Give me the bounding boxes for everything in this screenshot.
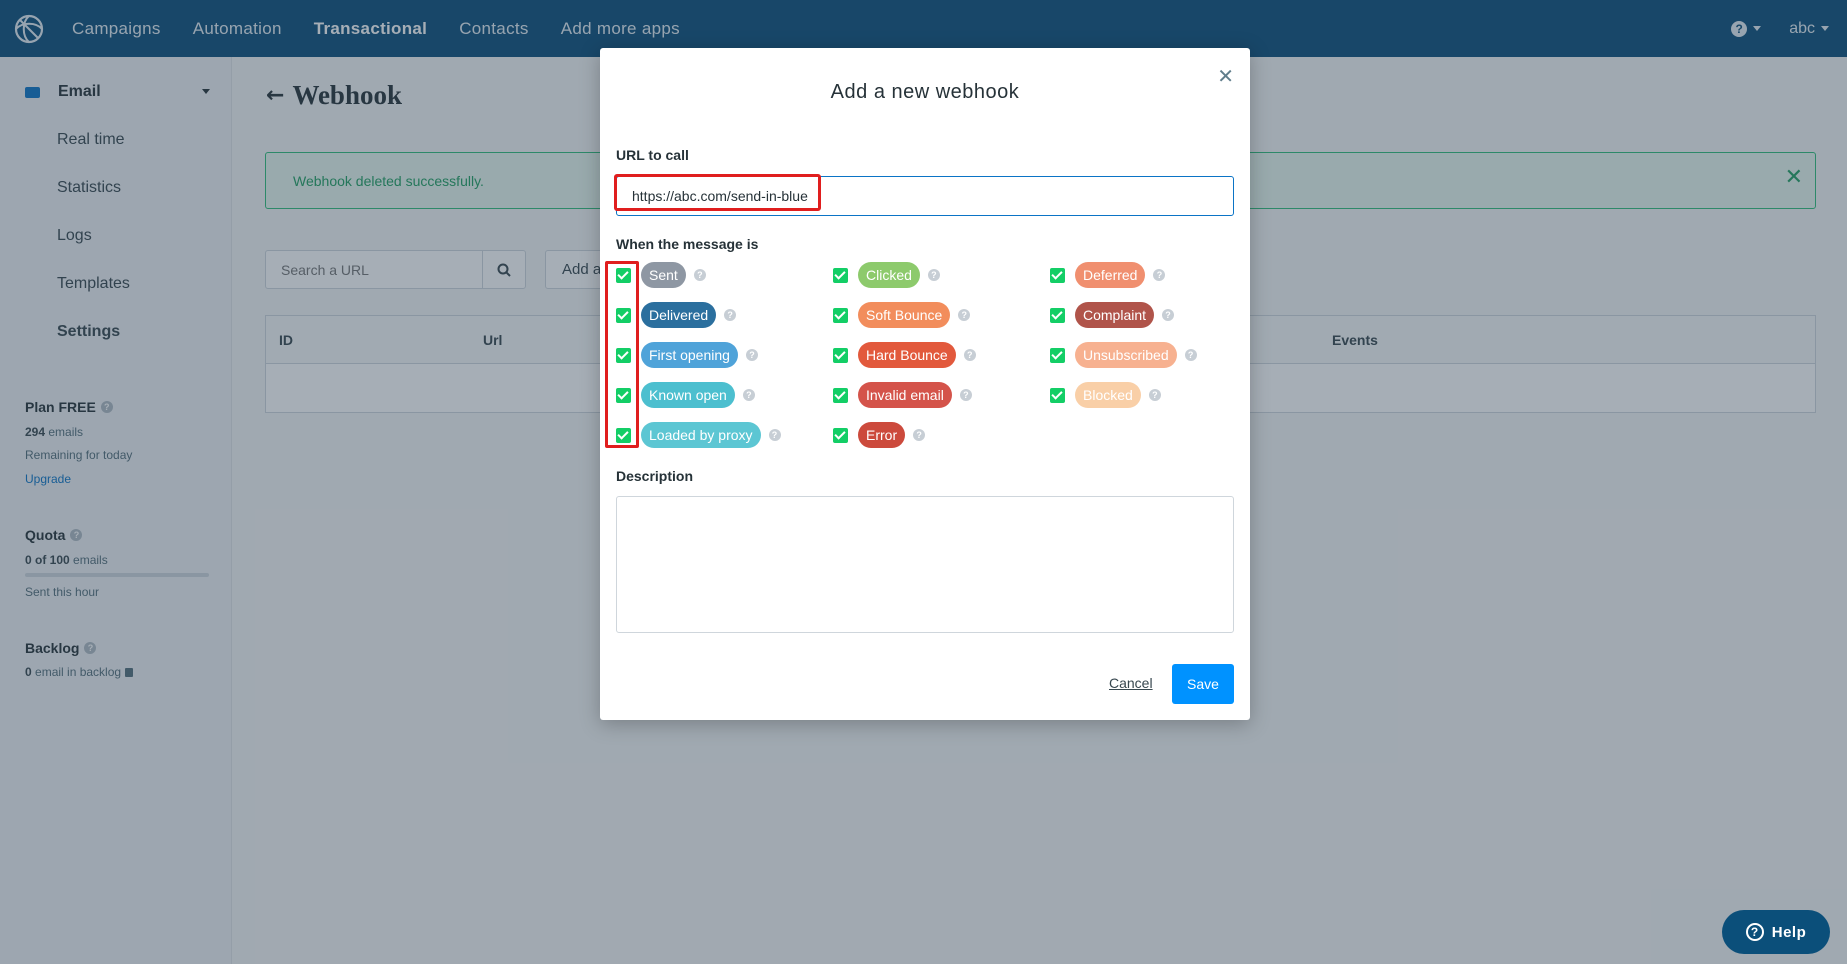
checkbox-checked-icon[interactable] <box>833 267 848 283</box>
event-info-icon[interactable]: ? <box>745 349 758 361</box>
url-highlight-box <box>614 174 821 211</box>
event-pill-first-opening: First opening <box>641 342 738 368</box>
event-invalid-email[interactable]: Invalid email ? <box>833 382 972 408</box>
event-blocked[interactable]: Blocked ? <box>1050 382 1161 408</box>
event-info-icon[interactable]: ? <box>1184 349 1197 361</box>
event-info-icon[interactable]: ? <box>693 269 706 281</box>
event-complaint[interactable]: Complaint ? <box>1050 302 1175 328</box>
event-pill-invalid-email: Invalid email <box>858 382 952 408</box>
event-pill-hard-bounce: Hard Bounce <box>858 342 956 368</box>
event-soft-bounce[interactable]: Soft Bounce ? <box>833 302 971 328</box>
event-pill-clicked: Clicked <box>858 262 920 288</box>
event-info-icon[interactable]: ? <box>768 429 781 441</box>
help-button-label: Help <box>1771 923 1807 941</box>
event-unsubscribed[interactable]: Unsubscribed ? <box>1050 342 1197 368</box>
cancel-button[interactable]: Cancel <box>1109 675 1153 691</box>
event-pill-sent: Sent <box>641 262 686 288</box>
event-pill-error: Error <box>858 422 906 448</box>
event-deferred[interactable]: Deferred ? <box>1050 262 1166 288</box>
checkbox-checked-icon[interactable] <box>833 427 848 443</box>
event-pill-complaint: Complaint <box>1075 302 1155 328</box>
checkbox-checked-icon[interactable] <box>833 387 848 403</box>
event-info-icon[interactable]: ? <box>1162 309 1175 321</box>
save-button[interactable]: Save <box>1172 664 1234 704</box>
help-button[interactable]: ? Help <box>1722 910 1830 954</box>
event-loaded-by-proxy[interactable]: Loaded by proxy ? <box>616 422 781 448</box>
modal-close-icon[interactable]: ✕ <box>1217 64 1234 89</box>
modal-title: Add a new webhook <box>830 81 1020 103</box>
checkbox-checked-icon[interactable] <box>833 347 848 363</box>
events-label: When the message is <box>616 236 759 252</box>
event-info-icon[interactable]: ? <box>927 269 940 281</box>
event-pill-blocked: Blocked <box>1075 382 1141 408</box>
checkbox-checked-icon[interactable] <box>833 307 848 323</box>
event-info-icon[interactable]: ? <box>959 389 972 401</box>
event-info-icon[interactable]: ? <box>963 349 976 361</box>
checkbox-checked-icon[interactable] <box>1050 267 1065 283</box>
event-pill-unsubscribed: Unsubscribed <box>1075 342 1177 368</box>
description-textarea[interactable] <box>616 496 1234 633</box>
event-pill-delivered: Delivered <box>641 302 717 328</box>
description-label: Description <box>616 468 694 484</box>
event-info-icon[interactable]: ? <box>913 429 926 441</box>
checkbox-column-highlight-box <box>605 261 639 448</box>
event-pill-known-open: Known open <box>641 382 735 408</box>
event-hard-bounce[interactable]: Hard Bounce ? <box>833 342 976 368</box>
event-error[interactable]: Error ? <box>833 422 926 448</box>
question-icon: ? <box>1745 923 1764 941</box>
event-info-icon[interactable]: ? <box>1153 269 1166 281</box>
event-pill-loaded-by-proxy: Loaded by proxy <box>641 422 761 448</box>
event-info-icon[interactable]: ? <box>742 389 755 401</box>
checkbox-checked-icon[interactable] <box>1050 387 1065 403</box>
checkbox-checked-icon[interactable] <box>1050 347 1065 363</box>
event-clicked[interactable]: Clicked ? <box>833 262 940 288</box>
url-label: URL to call <box>616 147 689 163</box>
event-info-icon[interactable]: ? <box>958 309 971 321</box>
event-info-icon[interactable]: ? <box>1148 389 1161 401</box>
event-pill-deferred: Deferred <box>1075 262 1146 288</box>
event-info-icon[interactable]: ? <box>724 309 737 321</box>
checkbox-checked-icon[interactable] <box>1050 307 1065 323</box>
event-pill-soft-bounce: Soft Bounce <box>858 302 951 328</box>
add-webhook-modal: Add a new webhook ✕ URL to call When the… <box>600 48 1250 720</box>
